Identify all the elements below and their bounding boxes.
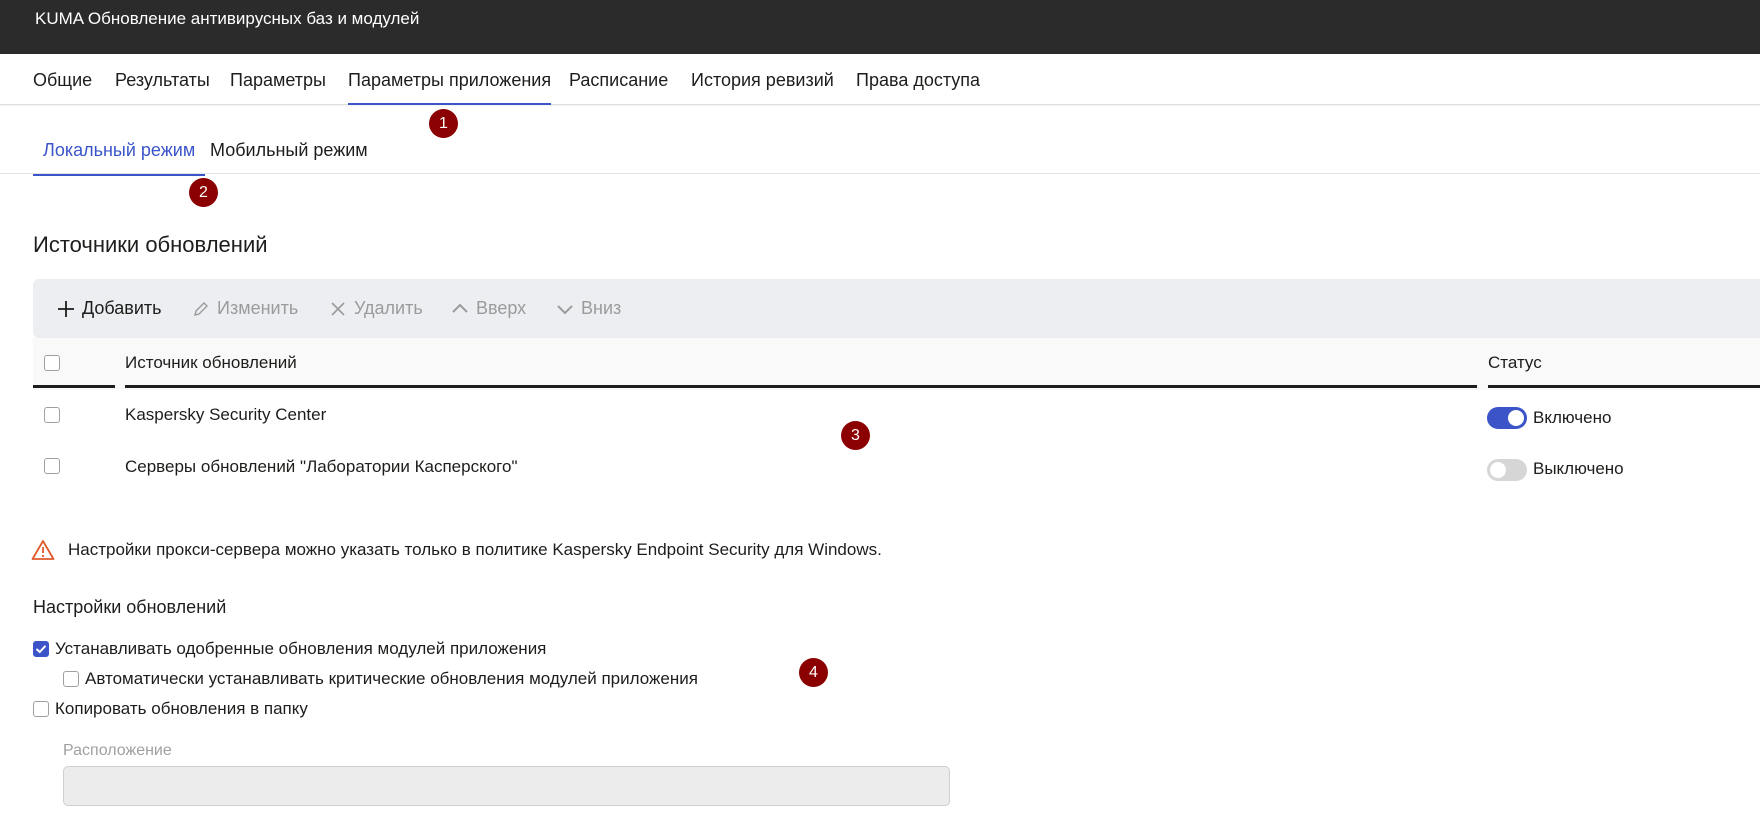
header-divider: [125, 385, 1477, 388]
pencil-icon: [194, 301, 208, 316]
auto-critical-label: Автоматически устанавливать критические …: [85, 669, 698, 688]
main-tabs: Общие Результаты Параметры Параметры при…: [0, 54, 1760, 105]
status-text: Включено: [1533, 408, 1612, 427]
delete-button-label: Удалить: [354, 298, 423, 318]
update-sources-heading: Источники обновлений: [33, 232, 268, 257]
edit-button-label: Изменить: [217, 298, 299, 318]
source-name: Kaspersky Security Center: [125, 405, 327, 424]
sources-table-header: Источник обновлений Статус: [33, 338, 1760, 390]
annotation-badge-4: 4: [799, 658, 828, 687]
move-up-button-label: Вверх: [476, 298, 527, 318]
row-checkbox[interactable]: [44, 407, 60, 423]
header-divider: [1488, 385, 1760, 388]
warning-icon: [31, 540, 55, 560]
location-field[interactable]: [63, 766, 950, 806]
sources-toolbar: Добавить Изменить Удалить Вверх Вниз: [33, 279, 1760, 338]
update-settings-heading: Настройки обновлений: [33, 597, 227, 617]
tab-revision-history[interactable]: История ревизий: [691, 70, 834, 103]
proxy-warning-text: Настройки прокси-сервера можно указать т…: [68, 540, 882, 559]
move-down-button[interactable]: Вниз: [555, 298, 621, 319]
plus-icon: [58, 300, 74, 317]
title-bar: KUMA Обновление антивирусных баз и модул…: [0, 0, 1760, 54]
tab-schedule[interactable]: Расписание: [569, 70, 668, 103]
copy-to-folder-checkbox[interactable]: [33, 701, 49, 717]
tab-access-rights[interactable]: Права доступа: [856, 70, 980, 103]
status-toggle[interactable]: [1487, 459, 1527, 481]
window-title: KUMA Обновление антивирусных баз и модул…: [35, 9, 420, 28]
annotation-badge-3: 3: [841, 421, 870, 450]
add-button[interactable]: Добавить: [56, 298, 162, 319]
tab-results[interactable]: Результаты: [115, 70, 210, 103]
source-name: Серверы обновлений "Лаборатории Касперск…: [125, 457, 518, 476]
subtab-mobile-mode[interactable]: Мобильный режим: [200, 140, 378, 174]
column-header-status: Статус: [1488, 353, 1542, 372]
install-approved-label: Устанавливать одобренные обновления моду…: [55, 639, 547, 658]
location-label: Расположение: [63, 742, 172, 759]
auto-critical-checkbox[interactable]: [63, 671, 79, 687]
edit-button[interactable]: Изменить: [191, 298, 298, 319]
select-all-checkbox[interactable]: [44, 355, 60, 371]
status-toggle[interactable]: [1487, 407, 1527, 429]
tab-parameters[interactable]: Параметры: [230, 70, 326, 103]
header-divider: [33, 385, 115, 388]
install-approved-checkbox[interactable]: [33, 641, 49, 657]
copy-to-folder-label: Копировать обновления в папку: [55, 699, 308, 718]
check-icon: [35, 645, 47, 654]
subtab-local-mode[interactable]: Локальный режим: [33, 140, 206, 176]
move-up-button[interactable]: Вверх: [450, 298, 526, 319]
chevron-down-icon: [557, 304, 573, 314]
close-icon: [331, 301, 345, 316]
delete-button[interactable]: Удалить: [328, 298, 423, 319]
mode-subtabs: Локальный режим Мобильный режим: [0, 130, 1760, 176]
status-text: Выключено: [1533, 459, 1624, 478]
add-button-label: Добавить: [82, 298, 162, 318]
row-checkbox[interactable]: [44, 458, 60, 474]
chevron-up-icon: [452, 303, 468, 313]
annotation-badge-2: 2: [189, 178, 218, 207]
tab-general[interactable]: Общие: [33, 70, 92, 103]
tab-app-parameters[interactable]: Параметры приложения: [348, 70, 552, 105]
column-header-source: Источник обновлений: [125, 353, 297, 372]
move-down-button-label: Вниз: [581, 298, 622, 318]
